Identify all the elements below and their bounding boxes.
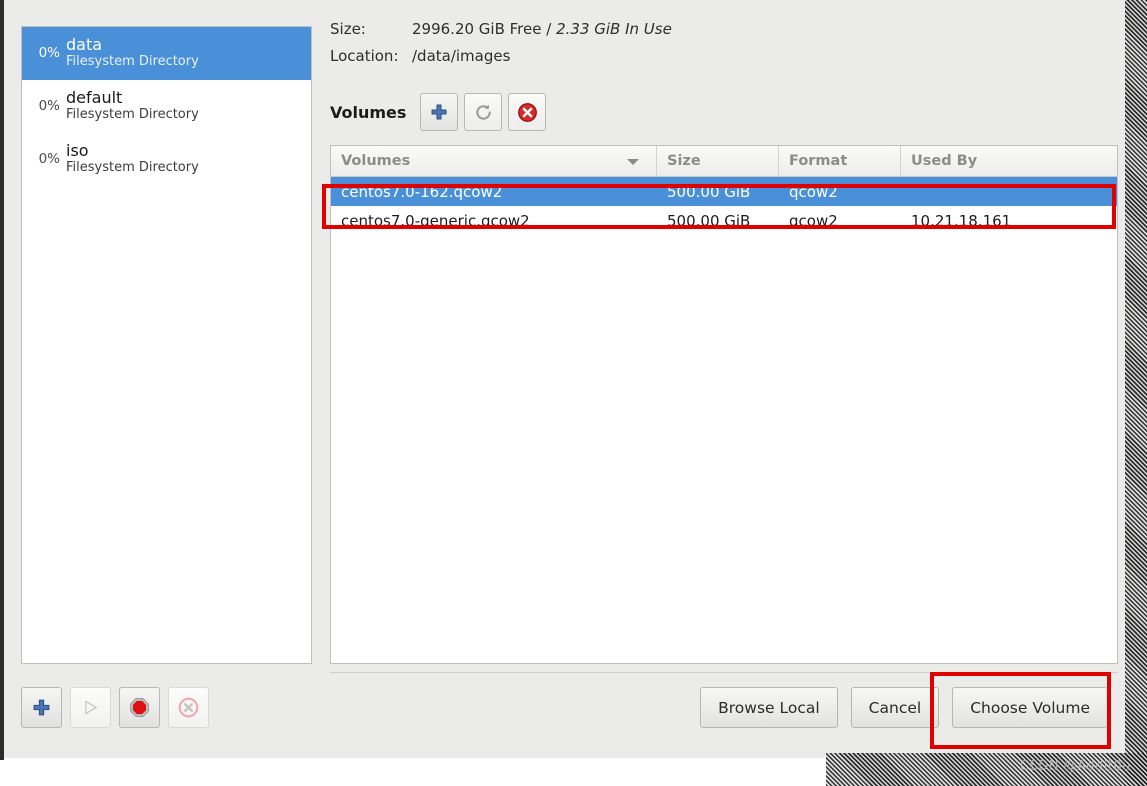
pool-size-inuse: 2.33 GiB In Use <box>556 20 672 38</box>
pool-usage-percent: 0% <box>38 151 60 167</box>
browse-local-button[interactable]: Browse Local <box>700 687 838 728</box>
pool-item-texts: default Filesystem Directory <box>66 89 199 122</box>
sort-descending-icon <box>627 159 639 165</box>
dialog-body: 0% data Filesystem Directory 0% default … <box>4 0 1133 758</box>
pool-size-label: Size: <box>330 20 366 38</box>
column-header-format[interactable]: Format <box>779 146 901 176</box>
volume-name: centos7.0-162.qcow2 <box>341 182 503 201</box>
pool-action-toolbar <box>21 687 217 728</box>
pool-name: data <box>66 35 103 55</box>
delete-volume-button[interactable] <box>508 93 547 131</box>
footer-separator <box>330 672 1118 673</box>
pool-type: Filesystem Directory <box>66 54 199 70</box>
play-icon <box>85 700 97 715</box>
virt-manager-choose-volume-dialog: 0% data Filesystem Directory 0% default … <box>0 0 1147 786</box>
volumes-section-title: Volumes <box>330 102 407 122</box>
volume-size: 500.00 GiB <box>667 182 751 201</box>
pool-location-line: Location: /data/images <box>330 47 1118 65</box>
stop-pool-button[interactable] <box>119 687 160 728</box>
pool-list-item-default[interactable]: 0% default Filesystem Directory <box>22 80 311 133</box>
plus-icon <box>431 104 447 120</box>
storage-pool-list[interactable]: 0% data Filesystem Directory 0% default … <box>21 26 312 664</box>
pool-name: iso <box>66 141 89 161</box>
watermark-text: CSDN @Addit0u <box>1019 759 1131 774</box>
dither-overlay-right <box>1125 0 1147 786</box>
delete-icon <box>178 697 199 718</box>
table-row[interactable]: centos7.0-162.qcow2 500.00 GiB qcow2 <box>331 177 1117 206</box>
volumes-toolbar: Volumes <box>330 93 552 131</box>
volume-format: qcow2 <box>789 182 838 201</box>
column-header-volumes[interactable]: Volumes <box>331 146 657 176</box>
pool-item-texts: iso Filesystem Directory <box>66 142 199 175</box>
volume-name: centos7.0-generic.qcow2 <box>341 211 530 230</box>
pool-size-free: 2996.20 GiB Free / <box>412 20 552 38</box>
add-volume-button[interactable] <box>420 93 459 131</box>
pool-usage-percent: 0% <box>38 45 60 61</box>
pool-list-item-iso[interactable]: 0% iso Filesystem Directory <box>22 133 311 186</box>
delete-icon <box>518 102 537 122</box>
start-pool-button <box>70 687 111 728</box>
volumes-table-header: Volumes Size Format Used By <box>331 146 1117 177</box>
pool-type: Filesystem Directory <box>66 160 199 176</box>
refresh-volumes-button[interactable] <box>464 93 503 131</box>
dialog-footer-buttons: Browse Local Cancel Choose Volume <box>687 687 1108 728</box>
choose-volume-button[interactable]: Choose Volume <box>952 687 1108 728</box>
stop-icon <box>130 698 149 717</box>
pool-size-line: Size: 2996.20 GiB Free / 2.33 GiB In Use <box>330 20 1118 38</box>
pool-name: default <box>66 88 123 108</box>
column-header-size[interactable]: Size <box>657 146 779 176</box>
volume-format: qcow2 <box>789 211 838 230</box>
pool-list-item-data[interactable]: 0% data Filesystem Directory <box>22 27 311 80</box>
pool-type: Filesystem Directory <box>66 107 199 123</box>
pool-item-texts: data Filesystem Directory <box>66 36 199 69</box>
pool-location-label: Location: <box>330 47 399 65</box>
volume-used-by: 10.21.18.161 <box>911 211 1012 230</box>
column-header-volumes-label: Volumes <box>341 153 411 169</box>
delete-pool-button <box>168 687 209 728</box>
volumes-table[interactable]: Volumes Size Format Used By centos7.0-16… <box>330 145 1118 664</box>
column-header-used-by[interactable]: Used By <box>901 146 1117 176</box>
table-row[interactable]: centos7.0-generic.qcow2 500.00 GiB qcow2… <box>331 206 1117 235</box>
refresh-icon <box>476 104 491 120</box>
plus-icon <box>33 699 50 716</box>
pool-location-value: /data/images <box>412 47 511 65</box>
pool-details: Size: 2996.20 GiB Free / 2.33 GiB In Use… <box>330 20 1118 74</box>
cancel-button[interactable]: Cancel <box>850 687 940 728</box>
add-pool-button[interactable] <box>21 687 62 728</box>
pool-size-value: 2996.20 GiB Free / 2.33 GiB In Use <box>412 20 672 38</box>
pool-usage-percent: 0% <box>38 98 60 114</box>
volume-size: 500.00 GiB <box>667 211 751 230</box>
